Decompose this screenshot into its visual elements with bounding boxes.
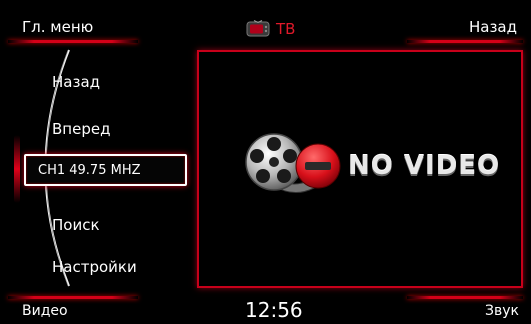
video-settings-button[interactable]: Видео: [22, 303, 68, 319]
channel-frequency-label: CH1 49.75 MHZ: [38, 162, 141, 178]
main-menu-button[interactable]: Гл. меню: [22, 18, 93, 36]
back-accent-line: [407, 40, 523, 43]
source-label: ТВ: [276, 20, 296, 38]
selection-glow: [14, 135, 20, 203]
clock: 12:56: [245, 298, 303, 322]
menu-item-forward[interactable]: Вперед: [52, 120, 110, 138]
menu-item-search[interactable]: Поиск: [52, 216, 100, 234]
main-menu-accent-line: [8, 40, 138, 43]
menu-item-back[interactable]: Назад: [52, 73, 100, 91]
back-button[interactable]: Назад: [469, 18, 517, 36]
sound-accent-line: [407, 296, 523, 299]
video-accent-line: [8, 296, 138, 299]
tv-icon: [246, 20, 270, 37]
source-indicator: ТВ: [246, 18, 295, 40]
channel-frequency-selector[interactable]: CH1 49.75 MHZ: [24, 154, 187, 186]
no-video-text: NO VIDEO: [348, 151, 501, 181]
sound-settings-button[interactable]: Звук: [485, 303, 519, 319]
film-reel-no-entry-icon: [245, 133, 341, 193]
menu-item-settings[interactable]: Настройки: [52, 258, 137, 276]
